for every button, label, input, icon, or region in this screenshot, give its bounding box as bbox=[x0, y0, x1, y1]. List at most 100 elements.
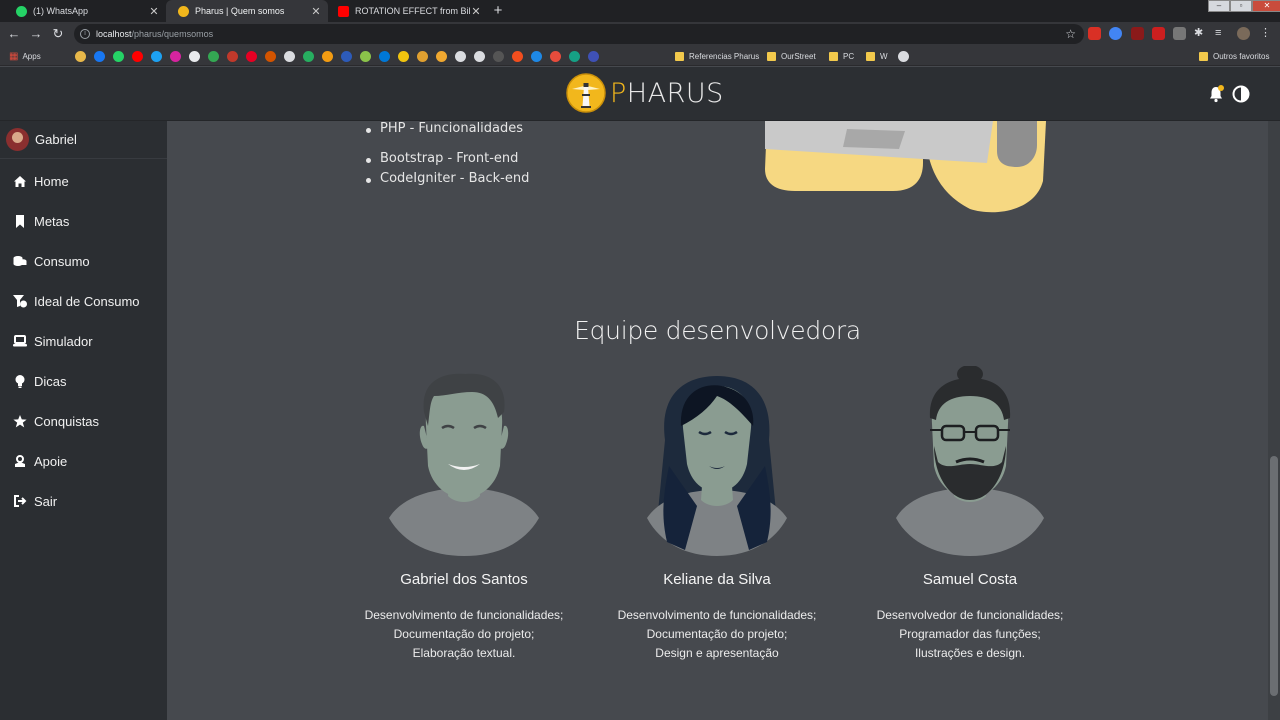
sidebar-item-simulador[interactable]: Simulador bbox=[0, 321, 167, 361]
bookmark-star-icon[interactable]: ☆ bbox=[1065, 27, 1076, 41]
bookmark-icon[interactable] bbox=[550, 50, 561, 62]
bookmark-folder-w[interactable]: W bbox=[866, 50, 888, 62]
extension-icon[interactable] bbox=[1173, 27, 1186, 40]
site-header: PHARUS bbox=[0, 67, 1280, 121]
theme-toggle-icon[interactable] bbox=[1232, 85, 1250, 103]
sidebar-item-label: Conquistas bbox=[34, 413, 100, 429]
translate-extension-icon[interactable] bbox=[1109, 27, 1122, 40]
bookmark-icon[interactable] bbox=[360, 50, 371, 62]
sidebar-item-sair[interactable]: Sair bbox=[0, 481, 167, 521]
samuel-portrait-illustration bbox=[896, 366, 1044, 556]
bookmark-icon[interactable] bbox=[569, 50, 580, 62]
address-bar[interactable]: i localhost/pharus/quemsomos ☆ bbox=[74, 24, 1084, 44]
adblock-extension-icon[interactable] bbox=[1088, 27, 1101, 40]
bookmark-icon[interactable] bbox=[75, 50, 86, 62]
bookmark-globe[interactable] bbox=[898, 50, 909, 62]
url-path: /pharus/quemsomos bbox=[131, 29, 214, 39]
site-info-icon[interactable]: i bbox=[80, 29, 90, 39]
browser-tab-pharus[interactable]: Pharus | Quem somos ✕ bbox=[166, 0, 328, 22]
home-icon bbox=[12, 174, 28, 188]
sidebar-item-conquistas[interactable]: Conquistas bbox=[0, 401, 167, 441]
youtube-icon[interactable] bbox=[132, 50, 143, 62]
instagram-icon[interactable] bbox=[170, 50, 181, 62]
maximize-button[interactable]: ▫ bbox=[1230, 0, 1252, 12]
bookmark-icon[interactable] bbox=[303, 50, 314, 62]
menu-kebab-icon[interactable]: ⋮ bbox=[1259, 27, 1272, 40]
media-control-icon[interactable]: ≡ bbox=[1215, 27, 1228, 40]
apps-bookmark[interactable]: ▦ Apps bbox=[9, 50, 41, 62]
sidebar-user[interactable]: Gabriel bbox=[0, 121, 167, 159]
puzzle-icon[interactable]: ✱ bbox=[1194, 27, 1207, 40]
sidebar-item-consumo[interactable]: Consumo bbox=[0, 241, 167, 281]
url-host: localhost bbox=[96, 29, 132, 39]
bookmark-icon[interactable] bbox=[227, 50, 238, 62]
close-tab-icon[interactable]: ✕ bbox=[310, 5, 322, 18]
close-window-button[interactable]: ✕ bbox=[1252, 0, 1280, 12]
back-icon[interactable]: ← bbox=[5, 25, 23, 43]
pinterest-icon[interactable] bbox=[246, 50, 257, 62]
bookmark-icon[interactable] bbox=[341, 50, 352, 62]
twitter-icon[interactable] bbox=[151, 50, 162, 62]
new-tab-button[interactable]: + bbox=[489, 2, 507, 20]
bookmark-icon[interactable] bbox=[493, 50, 504, 62]
bookmark-folder-pc[interactable]: PC bbox=[829, 50, 854, 62]
sidebar-item-home[interactable]: Home bbox=[0, 161, 167, 201]
bookmark-icon[interactable] bbox=[474, 50, 485, 62]
team-member-card: Samuel Costa Desenvolvedor de funcionali… bbox=[840, 366, 1100, 663]
browser-tab-whatsapp[interactable]: (1) WhatsApp ✕ bbox=[4, 0, 166, 22]
team-member-card: Gabriel dos Santos Desenvolvimento de fu… bbox=[334, 366, 594, 663]
github-icon[interactable] bbox=[455, 50, 466, 62]
apps-grid-icon: ▦ bbox=[9, 50, 19, 62]
list-item: PHP - Funcionalidades bbox=[365, 121, 529, 141]
page-scrollbar[interactable] bbox=[1268, 121, 1280, 720]
tab-title: ROTATION EFFECT from Billie Eil... bbox=[355, 6, 470, 16]
sidebar-item-dicas[interactable]: Dicas bbox=[0, 361, 167, 401]
team-section-title: Equipe desenvolvedora bbox=[574, 316, 861, 345]
browser-toolbar: ← → ↻ i localhost/pharus/quemsomos ☆ ✱ ≡… bbox=[0, 22, 1280, 46]
bookmark-folder-referencias[interactable]: Referencias Pharus bbox=[675, 50, 759, 62]
globe-icon bbox=[898, 50, 909, 62]
folder-label: W bbox=[880, 51, 888, 61]
youtube-extension-icon[interactable] bbox=[1152, 27, 1165, 40]
sidebar-item-label: Dicas bbox=[34, 373, 67, 389]
google-icon[interactable] bbox=[189, 50, 200, 62]
reload-icon[interactable]: ↻ bbox=[49, 25, 67, 43]
pharus-logo[interactable]: PHARUS bbox=[566, 73, 724, 113]
other-bookmarks-label: Outros favoritos bbox=[1213, 51, 1270, 61]
bookmark-icon[interactable] bbox=[531, 50, 542, 62]
notification-bell-icon[interactable] bbox=[1207, 85, 1225, 103]
gabriel-portrait-illustration bbox=[389, 373, 539, 556]
bookmark-icon[interactable] bbox=[379, 50, 390, 62]
profile-avatar[interactable] bbox=[1237, 27, 1250, 40]
drive-icon[interactable] bbox=[208, 50, 219, 62]
sidebar-item-ideal-de-consumo[interactable]: Ideal de Consumo bbox=[0, 281, 167, 321]
logo-text: PHARUS bbox=[610, 77, 724, 109]
close-tab-icon[interactable]: ✕ bbox=[148, 5, 160, 18]
main-content: PHP - Funcionalidades Bootstrap - Front-… bbox=[167, 121, 1268, 720]
figma-icon[interactable] bbox=[512, 50, 523, 62]
forward-icon[interactable]: → bbox=[27, 25, 45, 43]
bookmark-icon[interactable] bbox=[322, 50, 333, 62]
whatsapp-icon[interactable] bbox=[113, 50, 124, 62]
bookmark-icon[interactable] bbox=[284, 50, 295, 62]
team-member-card: Keliane da Silva Desenvolvimento de func… bbox=[587, 366, 847, 663]
bookmark-folder-ourstreet[interactable]: OurStreet bbox=[767, 50, 816, 62]
pdf-extension-icon[interactable] bbox=[1131, 27, 1144, 40]
sidebar-item-apoie[interactable]: Apoie bbox=[0, 441, 167, 481]
browser-tab-youtube[interactable]: ROTATION EFFECT from Billie Eil... ✕ bbox=[326, 0, 488, 22]
bookmark-icon[interactable] bbox=[417, 50, 428, 62]
bookmark-icon[interactable] bbox=[398, 50, 409, 62]
bookmark-icon[interactable] bbox=[588, 50, 599, 62]
bookmark-icon[interactable] bbox=[265, 50, 276, 62]
bookmark-icon[interactable] bbox=[436, 50, 447, 62]
close-tab-icon[interactable]: ✕ bbox=[470, 5, 482, 18]
other-bookmarks[interactable]: Outros favoritos bbox=[1199, 50, 1269, 62]
youtube-icon bbox=[338, 5, 349, 17]
sidebar-item-metas[interactable]: Metas bbox=[0, 201, 167, 241]
bookmark-icon bbox=[12, 214, 28, 228]
scrollbar-thumb[interactable] bbox=[1270, 456, 1278, 696]
facebook-icon[interactable] bbox=[94, 50, 105, 62]
member-role: Desenvolvimento de funcionalidades; bbox=[364, 608, 564, 622]
minimize-button[interactable]: – bbox=[1208, 0, 1230, 12]
folder-icon bbox=[767, 51, 776, 61]
